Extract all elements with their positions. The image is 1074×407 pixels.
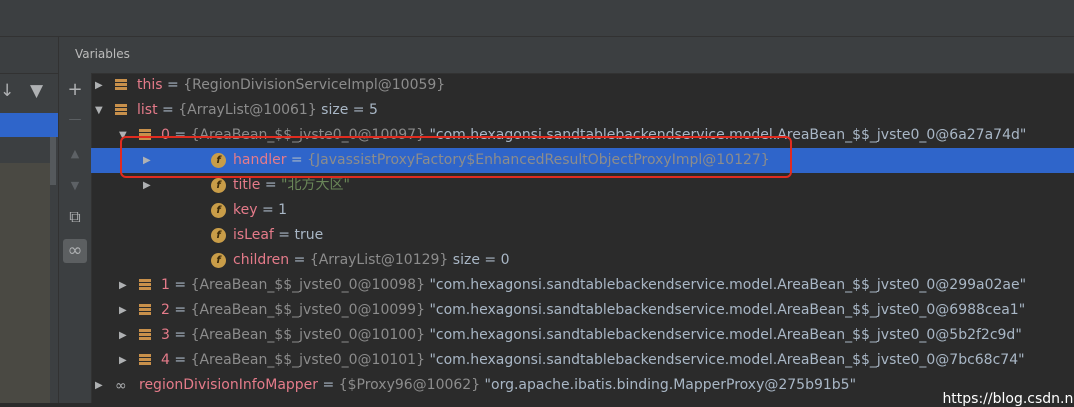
variables-title: Variables <box>75 47 130 61</box>
equals-sign: = <box>169 352 191 368</box>
equals-sign: = <box>257 202 279 218</box>
variable-text: 3 = {AreaBean_$$_jvste0_0@10100} "com.he… <box>161 323 1022 348</box>
variables-tree: ▶ this = {RegionDivisionServiceImpl@10059… <box>91 73 1074 403</box>
watermark: https://blog.csdn.ne <box>942 391 1074 407</box>
variable-ref: {AreaBean_$$_jvste0_0@10098} <box>190 277 426 293</box>
variable-extra: "com.hexagonsi.sandtablebackendservice.m… <box>425 327 1022 343</box>
filter-icon[interactable]: ▼ <box>30 81 43 101</box>
frames-lower-area <box>0 163 50 403</box>
remove-watch-icon[interactable]: — <box>63 108 87 132</box>
variable-icon <box>115 104 127 116</box>
string-value: "北方大区" <box>281 177 350 193</box>
variable-icon <box>139 279 151 291</box>
variable-text: children = {ArrayList@10129} size = 0 <box>233 248 509 273</box>
equals-sign: = <box>157 102 179 118</box>
equals-sign: = <box>289 252 310 268</box>
show-watches-icon[interactable]: ∞ <box>63 239 87 263</box>
variable-icon <box>115 79 127 91</box>
field-icon: f <box>211 178 226 193</box>
sort-down-icon[interactable]: ↓ <box>0 81 14 101</box>
variable-name: list <box>137 102 158 118</box>
variable-text: regionDivisionInfoMapper = {$Proxy96@100… <box>139 373 856 398</box>
variable-text: key = 1 <box>233 198 287 223</box>
variable-text: 2 = {AreaBean_$$_jvste0_0@10099} "com.he… <box>161 298 1025 323</box>
primitive-value: true <box>294 227 324 243</box>
tree-row[interactable]: ▶ this = {RegionDivisionServiceImpl@10059… <box>91 73 1074 98</box>
tree-row[interactable]: ▶ 4 = {AreaBean_$$_jvste0_0@10101} "com.h… <box>91 348 1074 373</box>
expand-arrow-icon[interactable]: ▶ <box>119 273 131 298</box>
variable-extra: "org.apache.ibatis.binding.MapperProxy@2… <box>480 377 857 393</box>
add-watch-icon[interactable]: + <box>63 78 87 102</box>
variable-text: isLeaf = true <box>233 223 323 248</box>
variable-extra: size = 5 <box>316 102 378 118</box>
expand-arrow-icon[interactable]: ▶ <box>95 373 107 398</box>
primitive-value: 1 <box>278 202 288 218</box>
variable-icon <box>139 329 151 341</box>
variable-icon <box>139 304 151 316</box>
variable-name: isLeaf <box>233 227 274 243</box>
variable-name: 2 <box>161 302 170 318</box>
tree-row[interactable]: ▶ 1 = {AreaBean_$$_jvste0_0@10098} "com.h… <box>91 273 1074 298</box>
variable-ref: {ArrayList@10129} <box>309 252 449 268</box>
variable-ref: {AreaBean_$$_jvste0_0@10099} <box>190 302 426 318</box>
tree-row[interactable]: f isLeaf = true <box>91 223 1074 248</box>
frames-scrollbar[interactable] <box>50 137 56 185</box>
move-up-icon[interactable]: ▲ <box>63 142 87 166</box>
variable-name: children <box>233 252 290 268</box>
variable-ref: {$Proxy96@10062} <box>338 377 481 393</box>
field-icon: f <box>211 203 226 218</box>
variable-name: 1 <box>161 277 170 293</box>
variables-toolbar: + — ▲ ▼ ⧉ ∞ <box>58 37 92 403</box>
variable-extra: size = 0 <box>448 252 510 268</box>
variable-ref: {AreaBean_$$_jvste0_0@10101} <box>190 352 426 368</box>
equals-sign: = <box>273 227 295 243</box>
copy-icon[interactable]: ⧉ <box>63 205 87 229</box>
variable-name: key <box>233 202 258 218</box>
collapse-arrow-icon[interactable]: ▼ <box>95 98 107 123</box>
highlight-box <box>120 136 792 178</box>
equals-sign: = <box>260 177 282 193</box>
variable-icon <box>139 354 151 366</box>
variable-extra: "com.hexagonsi.sandtablebackendservice.m… <box>425 352 1025 368</box>
variable-extra: "com.hexagonsi.sandtablebackendservice.m… <box>425 302 1026 318</box>
expand-arrow-icon[interactable]: ▶ <box>95 73 107 98</box>
selected-frame[interactable] <box>0 113 58 137</box>
variable-text: this = {RegionDivisionServiceImpl@10059} <box>137 73 445 98</box>
variable-name: 4 <box>161 352 170 368</box>
equals-sign: = <box>162 77 184 93</box>
equals-sign: = <box>169 327 191 343</box>
frames-header <box>0 37 58 74</box>
variables-header: Variables <box>75 37 1074 74</box>
top-bar <box>0 0 1074 37</box>
tree-row[interactable]: ▼ list = {ArrayList@10061} size = 5 <box>91 98 1074 123</box>
variable-text: 4 = {AreaBean_$$_jvste0_0@10101} "com.he… <box>161 348 1025 373</box>
variable-name: regionDivisionInfoMapper <box>139 377 319 393</box>
equals-sign: = <box>318 377 339 393</box>
watch-glasses-icon: ∞ <box>115 378 127 394</box>
tree-row[interactable]: ▶ ∞ regionDivisionInfoMapper = {$Proxy96@1… <box>91 373 1074 398</box>
field-icon: f <box>211 253 226 268</box>
tree-row[interactable]: f key = 1 <box>91 198 1074 223</box>
tree-row[interactable]: f children = {ArrayList@10129} size = 0 <box>91 248 1074 273</box>
expand-arrow-icon[interactable]: ▶ <box>119 298 131 323</box>
tree-row[interactable]: ▶ 3 = {AreaBean_$$_jvste0_0@10100} "com.h… <box>91 323 1074 348</box>
field-icon: f <box>211 228 226 243</box>
variable-name: title <box>233 177 261 193</box>
variable-extra: "com.hexagonsi.sandtablebackendservice.m… <box>425 277 1027 293</box>
expand-arrow-icon[interactable]: ▶ <box>119 348 131 373</box>
frames-panel: ↓ ▼ <box>0 37 58 403</box>
move-down-icon[interactable]: ▼ <box>63 174 87 198</box>
variable-ref: {AreaBean_$$_jvste0_0@10100} <box>190 327 426 343</box>
variable-text: list = {ArrayList@10061} size = 5 <box>137 98 378 123</box>
equals-sign: = <box>169 277 191 293</box>
variable-ref: {RegionDivisionServiceImpl@10059} <box>183 77 446 93</box>
tree-row[interactable]: ▶ 2 = {AreaBean_$$_jvste0_0@10099} "com.h… <box>91 298 1074 323</box>
variable-text: 1 = {AreaBean_$$_jvste0_0@10098} "com.he… <box>161 273 1026 298</box>
equals-sign: = <box>169 302 191 318</box>
expand-arrow-icon[interactable]: ▶ <box>119 323 131 348</box>
variable-name: 3 <box>161 327 170 343</box>
variable-name: this <box>137 77 163 93</box>
variable-ref: {ArrayList@10061} <box>178 102 317 118</box>
